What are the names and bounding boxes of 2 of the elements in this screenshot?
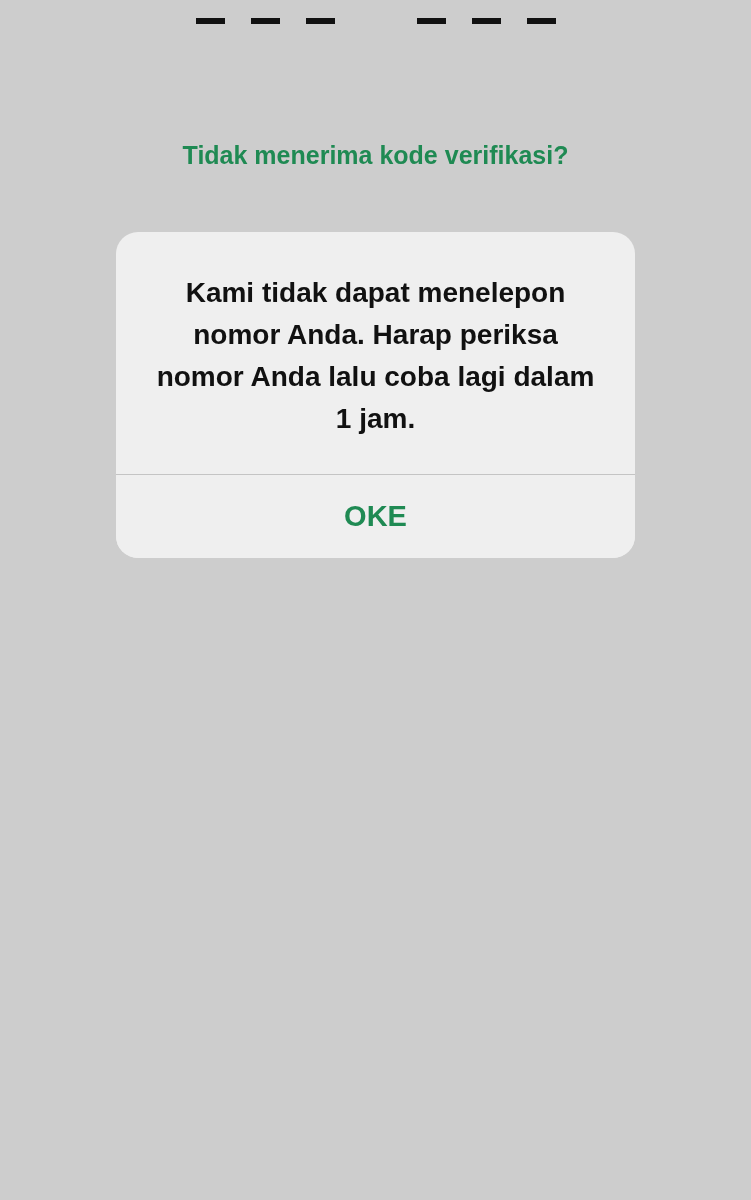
resend-code-link[interactable]: Tidak menerima kode verifikasi? (182, 141, 569, 170)
alert-message: Kami tidak dapat menelepon nomor Anda. Harap periksa nomor Anda lalu coba lagi dalam 1 jam. (155, 276, 596, 436)
